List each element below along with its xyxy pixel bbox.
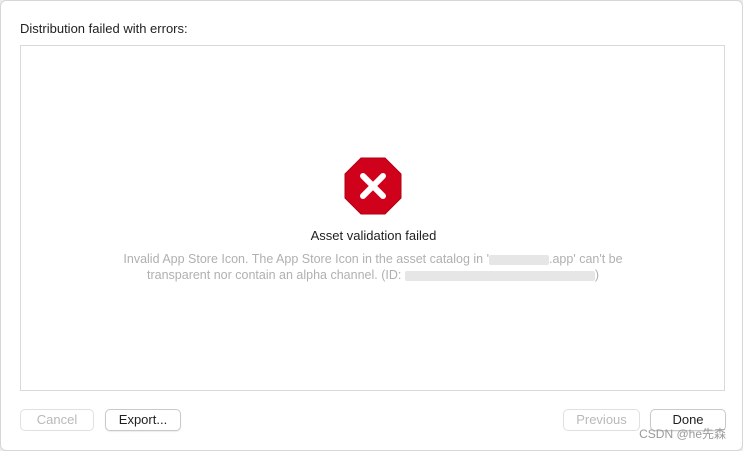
error-message-line1-suffix: .app' can't be [549,252,623,266]
cancel-button[interactable]: Cancel [20,409,94,431]
error-message: Invalid App Store Icon. The App Store Ic… [73,251,673,283]
export-button[interactable]: Export... [105,409,181,431]
header-label: Distribution failed with errors: [20,21,188,36]
error-message-line1-prefix: Invalid App Store Icon. The App Store Ic… [123,252,489,266]
error-content-panel: Asset validation failed Invalid App Stor… [20,45,725,391]
watermark: CSDN @he先森 [639,427,726,441]
redacted-text [489,254,549,265]
error-title: Asset validation failed [310,228,437,243]
error-x-octagon-icon [344,157,402,215]
distribution-dialog: Distribution failed with errors: Asset v… [0,0,743,451]
redacted-id [404,270,595,281]
error-message-line2-prefix: transparent nor contain an alpha channel… [147,268,402,282]
error-message-line2-suffix: ) [594,268,599,282]
previous-button[interactable]: Previous [563,409,640,431]
